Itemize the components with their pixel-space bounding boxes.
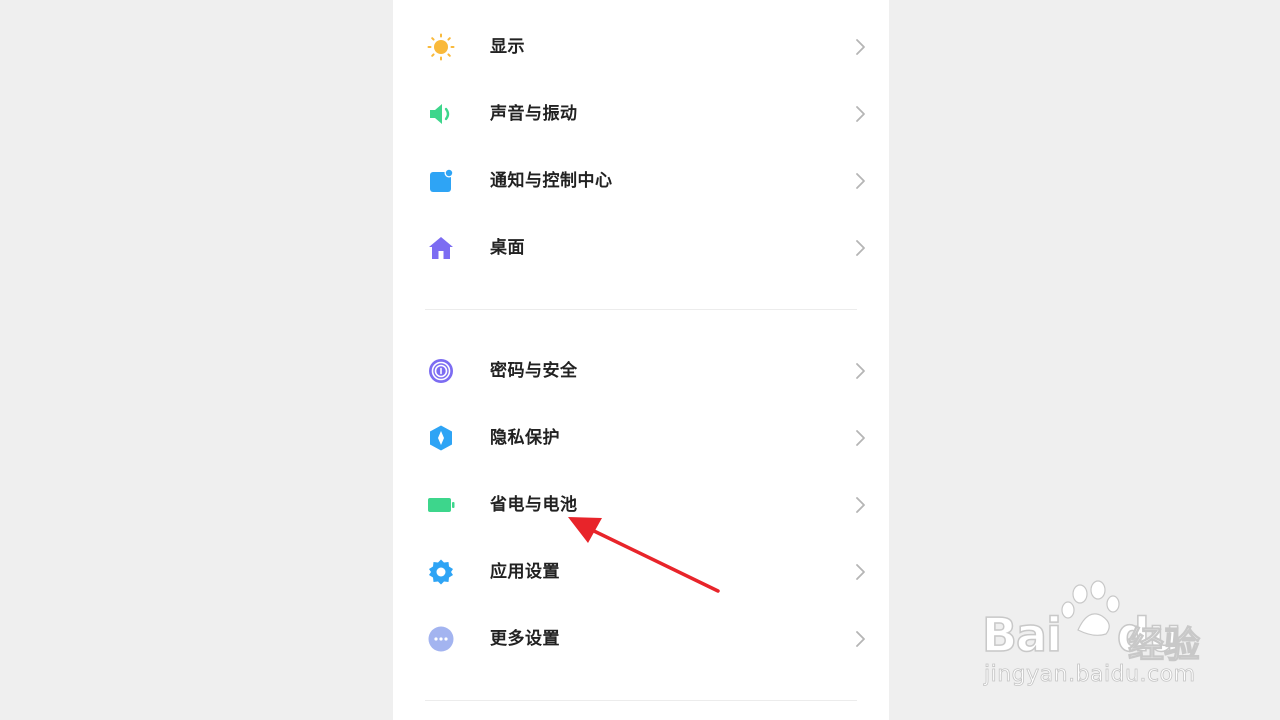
settings-item-more-settings[interactable]: 更多设置 <box>393 609 889 669</box>
settings-item-label: 显示 <box>490 37 525 57</box>
chevron-right-icon <box>853 239 867 257</box>
baidu-jingyan-watermark: Bai du 经验 jingyan.baidu.com <box>978 578 1218 698</box>
chevron-right-icon <box>853 362 867 380</box>
gear-icon <box>427 558 455 586</box>
fingerprint-icon <box>427 357 455 385</box>
privacy-shield-icon <box>427 424 455 452</box>
watermark-url: jingyan.baidu.com <box>984 662 1196 688</box>
chevron-right-icon <box>853 38 867 56</box>
notification-icon <box>427 167 455 195</box>
settings-item-password-security[interactable]: 密码与安全 <box>393 341 889 401</box>
battery-icon <box>427 491 455 519</box>
section-divider <box>425 700 857 701</box>
settings-item-label: 密码与安全 <box>490 361 578 381</box>
settings-item-sound-vibration[interactable]: 声音与振动 <box>393 84 889 144</box>
chevron-right-icon <box>853 496 867 514</box>
chevron-right-icon <box>853 630 867 648</box>
settings-item-desktop[interactable]: 桌面 <box>393 218 889 278</box>
speaker-icon <box>427 100 455 128</box>
settings-item-privacy[interactable]: 隐私保护 <box>393 408 889 468</box>
settings-item-label: 通知与控制中心 <box>490 171 613 191</box>
home-icon <box>427 234 455 262</box>
chevron-right-icon <box>853 429 867 447</box>
sun-icon <box>427 33 455 61</box>
more-icon <box>427 625 455 653</box>
chevron-right-icon <box>853 172 867 190</box>
settings-item-label: 声音与振动 <box>490 104 578 124</box>
settings-item-label: 应用设置 <box>490 562 560 582</box>
settings-item-label: 隐私保护 <box>490 428 560 448</box>
settings-item-label: 更多设置 <box>490 629 560 649</box>
settings-item-label: 桌面 <box>490 238 525 258</box>
chevron-right-icon <box>853 105 867 123</box>
watermark-jingyan: 经验 <box>1127 624 1201 666</box>
screenshot-stage: 显示 声音与振动 通知与控制中心 桌面 密码与安全 隐私保护 省电与电池 应用设… <box>0 0 1280 720</box>
settings-item-display[interactable]: 显示 <box>393 17 889 77</box>
chevron-right-icon <box>853 563 867 581</box>
annotation-arrow-icon <box>568 517 720 593</box>
section-divider <box>425 309 857 310</box>
settings-item-notification-control[interactable]: 通知与控制中心 <box>393 151 889 211</box>
settings-panel: 显示 声音与振动 通知与控制中心 桌面 密码与安全 隐私保护 省电与电池 应用设… <box>393 0 889 720</box>
